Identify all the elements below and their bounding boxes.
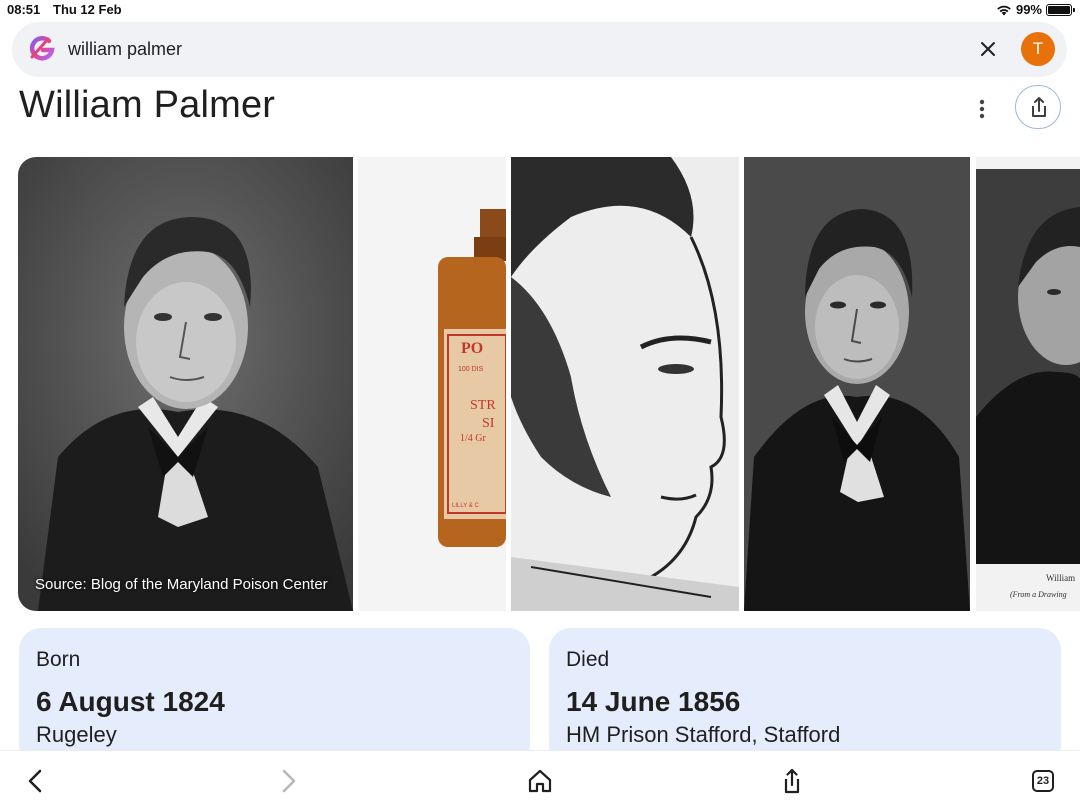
avatar[interactable]: T: [1021, 32, 1055, 66]
portrait-engraving-3: William (From a Drawing: [976, 157, 1080, 611]
died-date: 14 June 1856: [566, 686, 741, 717]
bottom-toolbar: 23: [0, 750, 1080, 808]
image-portrait-3[interactable]: William (From a Drawing: [976, 157, 1080, 611]
portrait-caption-source: (From a Drawing: [1010, 590, 1067, 599]
search-input[interactable]: william palmer: [68, 39, 182, 60]
status-time: 08:51: [7, 2, 41, 17]
bottle-label-line6: LILLY & C: [452, 503, 479, 509]
poison-bottle-photo: PO 100 DIS STR SI 1/4 Gr LILLY & C: [358, 157, 506, 611]
tab-switcher-button[interactable]: 23: [1032, 770, 1054, 792]
image-portrait-2[interactable]: [744, 157, 970, 611]
born-place[interactable]: Rugeley: [36, 722, 117, 748]
more-options-icon[interactable]: [970, 94, 994, 124]
died-place[interactable]: HM Prison Stafford, Stafford: [566, 722, 840, 748]
wifi-icon: [997, 5, 1011, 15]
bottle-label-text: PO: [461, 340, 483, 357]
home-icon[interactable]: [526, 767, 554, 795]
bottle-label-line4: SI: [482, 416, 495, 431]
portrait-caption-name: William: [1046, 573, 1075, 583]
status-bar: 08:51 Thu 12 Feb 99%: [0, 0, 1080, 20]
google-logo-icon[interactable]: [26, 33, 58, 65]
share-icon[interactable]: [778, 767, 806, 795]
search-bar[interactable]: william palmer T: [12, 22, 1067, 77]
portrait-engraving-1: [18, 157, 353, 611]
bottle-label-line2: 100 DIS: [458, 366, 484, 373]
battery-icon: [1046, 3, 1075, 16]
image-carousel[interactable]: Source: Blog of the Maryland Poison Cent…: [18, 157, 1080, 611]
image-profile-sketch[interactable]: [511, 157, 739, 611]
status-indicators: 99%: [996, 2, 1075, 17]
image-poison-bottle[interactable]: PO 100 DIS STR SI 1/4 Gr LILLY & C: [358, 157, 506, 611]
battery-percent: 99%: [1015, 2, 1042, 17]
bottle-label-line3: STR: [470, 398, 496, 413]
page-title: William Palmer: [19, 84, 276, 126]
share-button[interactable]: [1015, 85, 1061, 129]
portrait-engraving-2: [744, 157, 970, 611]
share-icon: [1032, 97, 1046, 117]
forward-icon[interactable]: [274, 767, 302, 795]
bottle-label-line5: 1/4 Gr: [460, 433, 487, 444]
died-card[interactable]: Died 14 June 1856 HM Prison Stafford, St…: [549, 628, 1061, 768]
profile-sketch: [511, 157, 739, 611]
back-icon[interactable]: [22, 767, 50, 795]
born-card[interactable]: Born 6 August 1824 Rugeley: [19, 628, 530, 768]
born-label: Born: [36, 648, 81, 671]
image-portrait-1[interactable]: Source: Blog of the Maryland Poison Cent…: [18, 157, 353, 611]
image-source-caption: Source: Blog of the Maryland Poison Cent…: [35, 576, 328, 593]
died-label: Died: [566, 648, 610, 671]
close-icon[interactable]: [977, 38, 999, 60]
born-date: 6 August 1824: [36, 686, 225, 717]
status-date: Thu 12 Feb: [53, 2, 122, 17]
